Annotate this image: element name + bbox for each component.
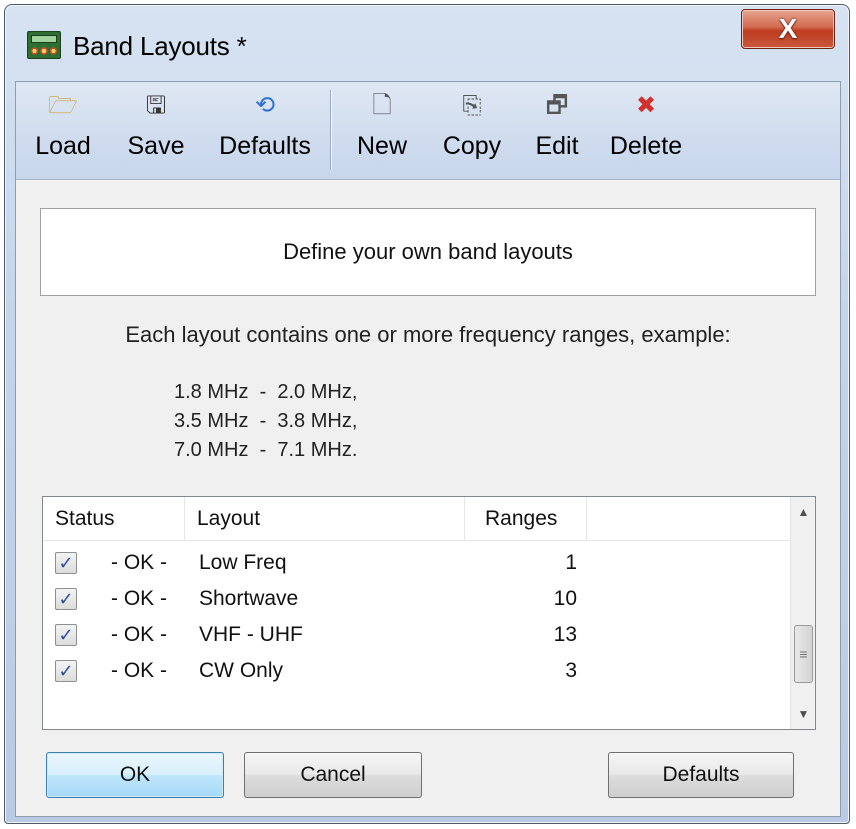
row-ranges: 1	[565, 551, 577, 574]
floppy-disk-icon: 🖫	[145, 92, 167, 119]
title-bar[interactable]: Band Layouts * X	[5, 5, 849, 81]
load-label: Load	[35, 132, 91, 160]
column-header-layout[interactable]: Layout	[185, 497, 465, 541]
defaults-toolbar-button[interactable]: ⟲ Defaults	[206, 88, 324, 174]
band-layouts-window: Band Layouts * X 🗁 Load 🖫 Save ⟲ Default…	[4, 4, 850, 824]
layouts-list[interactable]: Status Layout Ranges ✓ - OK - Low Freq 1…	[42, 496, 816, 730]
column-header-status[interactable]: Status	[43, 497, 185, 541]
ok-button[interactable]: OK	[46, 752, 224, 798]
delete-button[interactable]: ✖ Delete	[596, 88, 696, 174]
copy-label: Copy	[442, 132, 502, 160]
scroll-thumb[interactable]: ≡	[794, 625, 813, 683]
row-layout-name: Shortwave	[199, 587, 299, 610]
row-status: - OK -	[111, 551, 167, 574]
list-header: Status Layout Ranges	[43, 497, 791, 541]
new-document-icon: 🗋	[372, 92, 392, 119]
enabled-checkbox[interactable]: ✓	[55, 660, 77, 682]
delete-label: Delete	[609, 132, 683, 160]
defaults-toolbar-label: Defaults	[219, 132, 311, 160]
edit-button[interactable]: 🗗 Edit	[522, 88, 592, 174]
row-status: - OK -	[111, 623, 167, 646]
example-line: 1.8 MHz - 2.0 MHz,	[174, 381, 358, 403]
info-box: Define your own band layouts	[40, 208, 816, 296]
window-title: Band Layouts *	[73, 31, 247, 61]
row-ranges: 3	[565, 659, 577, 682]
delete-x-icon: ✖	[635, 92, 657, 119]
list-row[interactable]: ✓ - OK - Shortwave 10	[43, 583, 791, 617]
cancel-button[interactable]: Cancel	[244, 752, 422, 798]
enabled-checkbox[interactable]: ✓	[55, 552, 77, 574]
open-folder-icon: 🗁	[48, 92, 78, 119]
list-row[interactable]: ✓ - OK - Low Freq 1	[43, 547, 791, 581]
scroll-down-button[interactable]: ▼	[791, 699, 816, 729]
list-row[interactable]: ✓ - OK - CW Only 3	[43, 655, 791, 689]
row-layout-name: VHF - UHF	[199, 623, 303, 646]
description-text: Each layout contains one or more frequen…	[125, 322, 731, 347]
info-text: Define your own band layouts	[283, 239, 573, 264]
new-button[interactable]: 🗋 New	[342, 88, 422, 174]
enabled-checkbox[interactable]: ✓	[55, 624, 77, 646]
example-line: 3.5 MHz - 3.8 MHz,	[174, 410, 358, 432]
enabled-checkbox[interactable]: ✓	[55, 588, 77, 610]
close-button[interactable]: X	[741, 9, 835, 49]
example-ranges: 1.8 MHz - 2.0 MHz, 3.5 MHz - 3.8 MHz, 7.…	[174, 378, 357, 465]
app-radio-icon	[27, 31, 61, 59]
vertical-scrollbar[interactable]: ▲ ≡ ▼	[790, 497, 815, 729]
copy-button[interactable]: ⎘ Copy	[428, 88, 516, 174]
copy-icon: ⎘	[462, 92, 482, 119]
save-label: Save	[127, 132, 185, 160]
example-line: 7.0 MHz - 7.1 MHz.	[174, 439, 358, 461]
row-layout-name: Low Freq	[199, 551, 287, 574]
edit-label: Edit	[535, 132, 579, 160]
row-status: - OK -	[111, 659, 167, 682]
scroll-up-button[interactable]: ▲	[791, 497, 816, 527]
save-button[interactable]: 🖫 Save	[116, 88, 196, 174]
row-ranges: 10	[553, 587, 577, 610]
toolbar-separator	[330, 90, 331, 170]
row-layout-name: CW Only	[199, 659, 283, 682]
refresh-arrows-icon: ⟲	[254, 92, 276, 119]
list-row[interactable]: ✓ - OK - VHF - UHF 13	[43, 619, 791, 653]
toolbar: 🗁 Load 🖫 Save ⟲ Defaults 🗋 New ⎘ Copy 🗗	[16, 82, 840, 180]
new-label: New	[356, 132, 407, 160]
column-header-ranges[interactable]: Ranges	[465, 497, 587, 541]
row-status: - OK -	[111, 587, 167, 610]
edit-properties-icon: 🗗	[545, 92, 569, 119]
dialog-client-area: 🗁 Load 🖫 Save ⟲ Defaults 🗋 New ⎘ Copy 🗗	[15, 81, 841, 817]
close-icon: X	[778, 13, 798, 44]
defaults-button[interactable]: Defaults	[608, 752, 794, 798]
row-ranges: 13	[553, 623, 577, 646]
load-button[interactable]: 🗁 Load	[18, 88, 108, 174]
